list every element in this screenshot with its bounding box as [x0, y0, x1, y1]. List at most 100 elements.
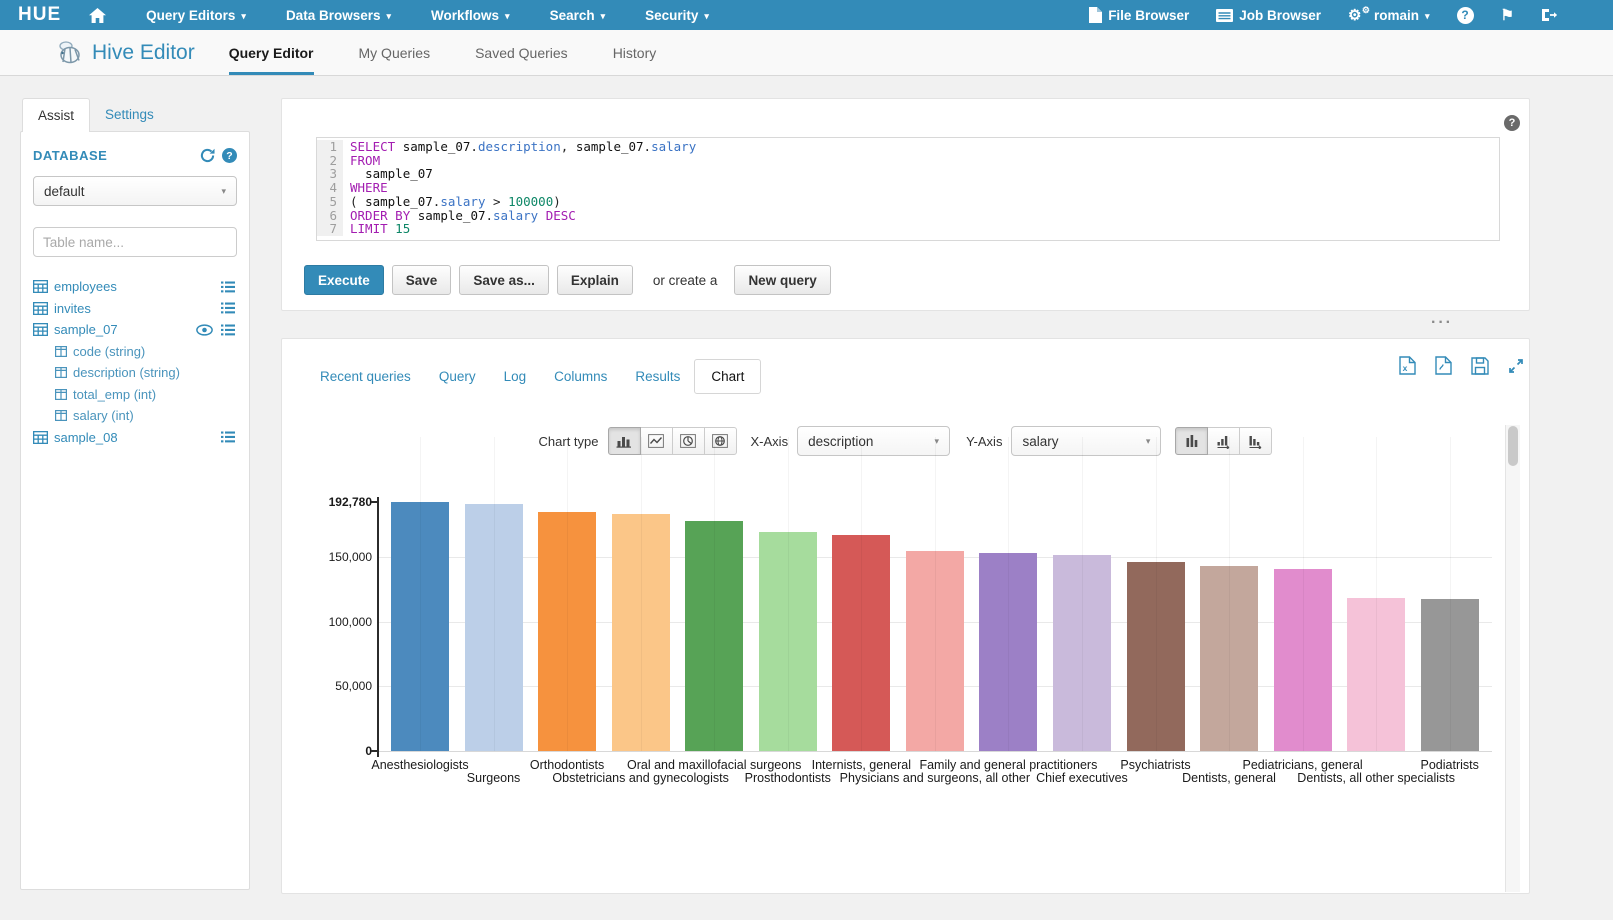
refresh-icon[interactable]	[200, 148, 215, 163]
x-axis-label: Obstetricians and gynecologists	[552, 771, 728, 785]
code-line: 6ORDER BY sample_07.salary DESC	[317, 209, 1499, 223]
tab-history[interactable]: History	[613, 30, 657, 75]
editor-toolbar: Execute Save Save as... Explain or creat…	[304, 265, 831, 295]
nav-query-editors[interactable]: Query Editors▾	[146, 8, 246, 23]
column-icon	[55, 346, 67, 357]
x-axis-label: Family and general practitioners	[919, 758, 1097, 772]
table-menu-icon[interactable]	[221, 302, 235, 314]
hue-app: HUE Query Editors▾ Data Browsers▾ Workfl…	[0, 0, 1613, 920]
line-number: 6	[317, 209, 343, 223]
table-menu-icon[interactable]	[221, 431, 235, 443]
chevron-down-icon: ▾	[386, 11, 391, 22]
tab-my-queries[interactable]: My Queries	[359, 30, 431, 75]
table-row[interactable]: sample_07	[33, 319, 237, 341]
table-icon	[33, 323, 48, 336]
sql-code-editor[interactable]: 1SELECT sample_07.description, sample_07…	[316, 137, 1500, 241]
database-help-icon[interactable]: ?	[222, 148, 237, 163]
help-button[interactable]: ?	[1457, 7, 1474, 24]
x-axis-label: Pediatricians, general	[1242, 758, 1362, 772]
nav-workflows[interactable]: Workflows▾	[431, 8, 510, 23]
nav-security[interactable]: Security▾	[645, 8, 709, 23]
nav-job-browser[interactable]: Job Browser	[1216, 8, 1321, 23]
home-icon	[89, 8, 106, 23]
y-axis-label: 150,000	[282, 550, 372, 564]
explain-button[interactable]: Explain	[557, 265, 633, 295]
line-number: 7	[317, 222, 343, 236]
table-filter-input[interactable]	[33, 227, 237, 257]
list-icon	[1216, 9, 1233, 22]
table-row[interactable]: invites	[33, 298, 237, 320]
code-line: 4WHERE	[317, 181, 1499, 195]
tab-settings[interactable]: Settings	[90, 98, 169, 131]
x-gridline	[641, 437, 642, 751]
line-number: 3	[317, 167, 343, 181]
save-button[interactable]: Save	[392, 265, 452, 295]
x-gridline	[494, 437, 495, 751]
line-number: 1	[317, 140, 343, 154]
save-as-button[interactable]: Save as...	[459, 265, 549, 295]
feedback-button[interactable]: ⚑	[1501, 8, 1514, 23]
home-button[interactable]	[89, 8, 106, 23]
table-name[interactable]: sample_08	[54, 430, 118, 445]
table-menu-icon[interactable]	[221, 324, 235, 336]
chevron-down-icon: ▾	[1425, 11, 1430, 22]
column-row[interactable]: salary (int)	[33, 405, 237, 427]
execute-button[interactable]: Execute	[304, 265, 384, 295]
chevron-down-icon: ▾	[704, 11, 709, 22]
gears-icon: ⚙⚙	[1348, 8, 1368, 23]
code-line: 2FROM	[317, 154, 1499, 168]
nav-data-browsers[interactable]: Data Browsers▾	[286, 8, 391, 23]
table-icon	[33, 302, 48, 315]
assist-panel: DATABASE ? default ▾ employeesinvitessam…	[20, 131, 250, 890]
results-panel: x Recent queries Query Log Columns Resul…	[281, 338, 1530, 894]
table-name[interactable]: employees	[54, 279, 117, 294]
table-row[interactable]: employees	[33, 276, 237, 298]
logout-button[interactable]	[1541, 8, 1557, 22]
chart-type-bars-button[interactable]	[608, 427, 641, 455]
sign-out-icon	[1541, 8, 1557, 22]
panel-resize-handle[interactable]: ···	[1425, 314, 1459, 332]
column-row[interactable]: description (string)	[33, 362, 237, 384]
file-icon	[1089, 7, 1102, 23]
column-icon	[55, 367, 67, 378]
column-icon	[55, 410, 67, 421]
hue-logo[interactable]: HUE	[18, 4, 61, 26]
x-gridline	[1450, 437, 1451, 751]
hive-bee-icon	[55, 40, 83, 66]
table-row[interactable]: sample_08	[33, 427, 237, 449]
nav-search[interactable]: Search▾	[550, 8, 606, 23]
x-axis-label: Chief executives	[1036, 771, 1128, 785]
sort-none-button[interactable]	[1175, 427, 1208, 455]
chevron-down-icon: ▾	[505, 11, 510, 22]
column-row[interactable]: total_emp (int)	[33, 384, 237, 406]
editor-help-icon[interactable]: ?	[1504, 115, 1520, 131]
x-gridline	[788, 437, 789, 751]
new-query-button[interactable]: New query	[734, 265, 830, 295]
line-number: 2	[317, 154, 343, 168]
x-axis-label: Prosthodontists	[745, 771, 831, 785]
column-row[interactable]: code (string)	[33, 341, 237, 363]
scrollbar-thumb[interactable]	[1508, 426, 1518, 466]
database-select[interactable]: default ▾	[33, 176, 237, 206]
code-lines: 1SELECT sample_07.description, sample_07…	[317, 140, 1499, 236]
column-name: total_emp (int)	[73, 387, 156, 402]
table-name[interactable]: invites	[54, 301, 91, 316]
nav-user-menu[interactable]: ⚙⚙ romain ▾	[1348, 8, 1430, 23]
code-line: 1SELECT sample_07.description, sample_07…	[317, 140, 1499, 154]
table-menu-icon[interactable]	[221, 281, 235, 293]
chevron-down-icon: ▾	[221, 186, 226, 197]
code-line: 7LIMIT 15	[317, 222, 1499, 236]
results-scrollbar[interactable]	[1505, 425, 1520, 892]
table-name[interactable]: sample_07	[54, 322, 118, 337]
tab-saved-queries[interactable]: Saved Queries	[475, 30, 568, 75]
table-icon	[33, 431, 48, 444]
x-axis-label: Psychiatrists	[1120, 758, 1190, 772]
column-name: salary (int)	[73, 408, 134, 423]
tab-query-editor[interactable]: Query Editor	[229, 30, 314, 75]
eye-icon[interactable]	[196, 324, 213, 336]
tab-assist[interactable]: Assist	[22, 98, 90, 132]
x-axis-label: Dentists, all other specialists	[1297, 771, 1455, 785]
y-axis-label: 192,780	[282, 495, 372, 509]
nav-file-browser[interactable]: File Browser	[1089, 7, 1189, 23]
x-axis-label: Orthodontists	[530, 758, 604, 772]
